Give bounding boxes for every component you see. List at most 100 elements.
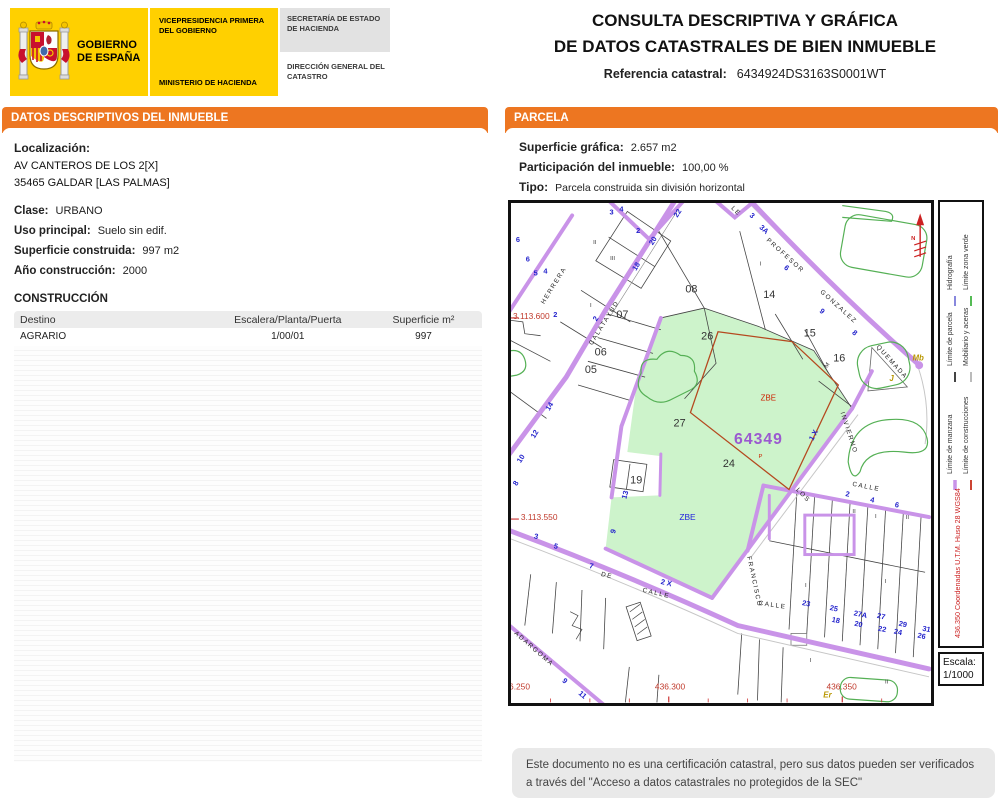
map-label: I — [875, 514, 877, 520]
legend-drawing: Hidrografía Límite zona verde Límite de pa… — [947, 234, 972, 638]
map-label: 2 — [591, 314, 601, 322]
address-line-2: 35465 GALDAR [LAS PALMAS] — [14, 177, 170, 189]
title-line-2: DE DATOS CATASTRALES DE BIEN INMUEBLE — [553, 36, 937, 56]
map-label: 10 — [515, 453, 527, 465]
table-header-cell: Destino — [20, 313, 56, 326]
field-label: Clase: — [14, 205, 49, 217]
parcel-fields: Superficie gráfica: 2.657 m2 Participación… — [519, 140, 998, 194]
field-value: URBANO — [55, 205, 103, 217]
map-label: 6 — [894, 500, 900, 510]
map-label: 25 — [829, 603, 839, 614]
map-label: 23 — [801, 598, 811, 609]
disclaimer-box: Este documento no es una certificación c… — [512, 748, 995, 798]
map-label: 4 — [869, 495, 876, 505]
map-label: I — [805, 583, 807, 589]
map-label: I — [590, 303, 592, 309]
field-value: Suelo sin edif. — [97, 225, 167, 237]
map-label: 6 — [516, 235, 520, 244]
legend-entry-label: Límite de manzana — [947, 414, 954, 474]
map-label: 8 — [511, 479, 521, 487]
field-value: 2.657 m2 — [630, 142, 677, 154]
map-label: 4 — [619, 204, 624, 213]
escala-value: 1/1000 — [943, 669, 974, 681]
field-row: Superficie gráfica: 2.657 m2 — [519, 140, 998, 154]
field-value: 100,00 % — [682, 162, 729, 174]
table-cell: 997 — [415, 330, 432, 342]
map-legend: Hidrografía Límite zona verde Límite de pa… — [938, 200, 984, 648]
map-label: 9 — [818, 306, 827, 315]
map-label: 3 — [748, 211, 757, 220]
map-label: 15 — [804, 328, 816, 340]
map-label: 24 — [893, 627, 904, 638]
document-title: CONSULTA DESCRIPTIVA Y GRÁFICA DE DATOS … — [495, 8, 995, 81]
map-label: III — [610, 256, 615, 262]
map-label: ZBE — [679, 512, 696, 522]
escala-label: Escala: — [943, 657, 976, 668]
north-arrow-icon — [914, 213, 927, 258]
map-label: 6.250 — [511, 682, 530, 692]
map-label: 436.300 — [655, 682, 686, 692]
map-label: 24 — [723, 458, 735, 470]
field-row: Uso principal: Suelo sin edif. — [14, 225, 480, 237]
field-row: Superficie construida: 997 m2 — [14, 245, 480, 257]
government-banner: GOBIERNO DE ESPAÑA VICEPRESIDENCIA PRIME… — [10, 8, 390, 96]
field-label: Participación del inmueble: — [519, 160, 676, 174]
map-label: ZBE — [761, 394, 776, 403]
map-label: 2 — [553, 310, 557, 319]
map-label: 26 — [917, 631, 927, 642]
cadastral-map: CALATAYUD HERRERA PROFESOR GONZALEZ QUEMADA C… — [508, 200, 934, 706]
map-label: II — [885, 680, 889, 686]
ministerio-label: MINISTERIO DE HACIENDA — [159, 77, 257, 87]
field-label: Uso principal: — [14, 225, 91, 237]
map-label: 5 — [534, 269, 538, 278]
legend-entry-label: Límite zona verde — [963, 234, 970, 290]
table-body: AGRARIO 1/00/01 997 — [14, 328, 482, 344]
direccion-catastro-label: DIRECCIÓN GENERAL DEL CATASTRO — [287, 62, 385, 82]
datos-descriptivos-card: Localización: AV CANTEROS DE LOS 2[X] 35… — [2, 128, 488, 790]
utm-coordinates-note: 436.350 Coordenadas U.T.M. Huso 28 WGS84 — [953, 488, 962, 638]
reference-value: 6434924DS3163S0001WT — [736, 67, 887, 81]
map-label: 6 — [526, 255, 530, 264]
map-label: 64349 — [734, 431, 783, 448]
map-label: 05 — [585, 364, 597, 376]
map-label: DE — [600, 571, 613, 581]
vicepresidencia-label: VICEPRESIDENCIA PRIMERA DEL GOBIERNO — [159, 16, 264, 36]
map-label: 27 — [876, 611, 886, 622]
map-label: 3.113.600 — [513, 311, 550, 321]
table-header-row: Destino Escalera/Planta/Puerta Superficie … — [14, 311, 482, 328]
field-row: Clase: URBANO — [14, 205, 480, 217]
map-label: 26 — [701, 331, 713, 343]
map-label: 19 — [630, 475, 642, 487]
address-line-1: AV CANTEROS DE LOS 2[X] — [14, 160, 159, 172]
legend-entry-label: Hidrografía — [947, 255, 954, 290]
map-label: 27 — [674, 417, 686, 429]
map-label: 3A — [758, 223, 772, 236]
map-label: I — [885, 579, 887, 585]
table-header-cell: Superficie m² — [392, 313, 455, 326]
legend-entry-label: Límite de construcciones — [963, 396, 970, 474]
construccion-table: Destino Escalera/Planta/Puerta Superficie … — [14, 311, 482, 344]
map-label: II — [906, 515, 910, 521]
map-label: 08 — [685, 283, 697, 295]
map-label: Mb — [912, 353, 924, 362]
map-label: 16 — [833, 352, 845, 364]
field-label: Superficie construida: — [14, 245, 136, 257]
table-row: AGRARIO 1/00/01 997 — [14, 328, 482, 344]
map-label: 7 — [588, 561, 594, 571]
map-drawing: CALATAYUDHERRERAPROFESORGONZALEZQUEMADAC… — [511, 203, 931, 703]
coat-of-arms-icon — [18, 20, 70, 80]
legend-entry-label: Mobiliario y aceras — [963, 307, 970, 366]
table-header-cell: Escalera/Planta/Puerta — [234, 313, 342, 326]
field-value: 997 m2 — [142, 245, 180, 257]
map-label: 07 — [616, 309, 628, 321]
map-label: 9 — [560, 676, 569, 685]
reference-label: Referencia catastral: — [603, 67, 727, 81]
construccion-title: CONSTRUCCIÓN — [14, 293, 108, 305]
table-cell: 1/00/01 — [271, 330, 305, 342]
map-label: II — [593, 240, 597, 246]
map-label: P — [758, 454, 762, 460]
map-label: I — [760, 262, 762, 268]
disclaimer-text: Este documento no es una certificación c… — [526, 759, 975, 789]
map-label: ADARGOMA — [513, 630, 555, 668]
map-label: N — [911, 236, 915, 242]
